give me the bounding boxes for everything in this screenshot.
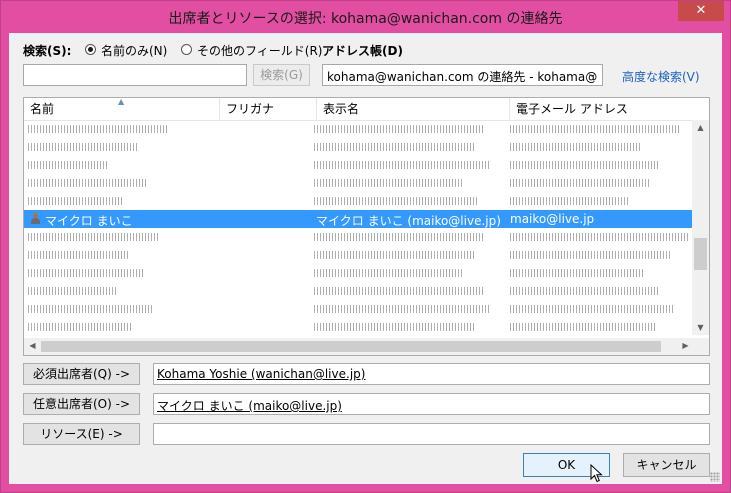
list-item[interactable] <box>24 300 693 318</box>
list-item[interactable] <box>24 156 693 174</box>
address-book-select[interactable]: kohama@wanichan.com の連絡先 - kohama@ ⌵ <box>322 64 603 86</box>
optional-attendees-button[interactable]: 任意出席者(O) -> <box>23 393 140 415</box>
resources-field[interactable] <box>153 423 710 445</box>
column-header-display-name[interactable]: 表示名 <box>317 98 510 120</box>
column-header-furigana[interactable]: フリガナ <box>220 98 317 120</box>
vertical-scrollbar[interactable]: ▲ ▼ <box>692 120 709 335</box>
selected-row-name: マイクロ まいこ <box>45 214 133 228</box>
mouse-pointer-icon <box>590 464 603 483</box>
radio-other-fields-label[interactable]: その他のフィールド(R) <box>197 42 322 59</box>
chevron-down-icon: ⌵ <box>588 70 596 80</box>
list-item[interactable] <box>24 192 693 210</box>
scroll-left-icon[interactable]: ◀ <box>24 341 41 350</box>
resources-button[interactable]: リソース(E) -> <box>23 423 140 445</box>
horizontal-scrollbar[interactable]: ◀ ▶ <box>24 338 694 355</box>
list-item[interactable] <box>24 138 693 156</box>
dialog-client-area: 検索(S): 名前のみ(N) その他のフィールド(R) アドレス帳(D) 検索(… <box>9 33 722 484</box>
column-header-email[interactable]: 電子メール アドレス <box>510 98 709 120</box>
selected-row-email: maiko@live.jp <box>510 212 595 226</box>
horizontal-scroll-thumb[interactable] <box>41 341 661 352</box>
list-item[interactable] <box>24 246 693 264</box>
vertical-scroll-thumb[interactable] <box>694 238 707 270</box>
resize-grip[interactable] <box>710 472 720 482</box>
window-title: 出席者とリソースの選択: kohama@wanichan.com の連絡先 <box>168 11 563 27</box>
contact-list[interactable]: 名前 ▲ フリガナ 表示名 電子メール アドレス マイクロ まいこ マイクロ ま… <box>23 97 710 356</box>
search-input[interactable] <box>23 64 247 86</box>
list-item[interactable] <box>24 228 693 246</box>
advanced-search-link[interactable]: 高度な検索(V) <box>622 68 700 85</box>
scrollbar-corner <box>692 338 709 355</box>
cancel-button[interactable]: キャンセル <box>623 453 710 477</box>
list-item[interactable] <box>24 120 693 138</box>
selected-row-display-name: マイクロ まいこ (maiko@live.jp) <box>316 214 501 228</box>
list-item[interactable] <box>24 174 693 192</box>
radio-name-only-label[interactable]: 名前のみ(N) <box>101 42 167 59</box>
required-attendees-value: Kohama Yoshie (wanichan@live.jp) <box>157 367 366 381</box>
close-icon: ✕ <box>695 3 707 18</box>
optional-attendees-field[interactable]: マイクロ まいこ (maiko@live.jp) <box>153 393 710 415</box>
radio-other-fields[interactable] <box>181 44 192 55</box>
scroll-up-icon[interactable]: ▲ <box>692 123 709 132</box>
dialog-window: 出席者とリソースの選択: kohama@wanichan.com の連絡先 ✕ … <box>0 0 731 493</box>
sort-ascending-icon: ▲ <box>118 97 125 106</box>
close-button[interactable]: ✕ <box>678 1 724 21</box>
list-item-selected[interactable]: マイクロ まいこ マイクロ まいこ (maiko@live.jp) maiko@… <box>24 210 693 228</box>
radio-name-only[interactable] <box>85 44 96 55</box>
list-header: 名前 ▲ フリガナ 表示名 電子メール アドレス <box>24 98 709 121</box>
address-book-label: アドレス帳(D) <box>322 44 403 58</box>
list-item[interactable] <box>24 264 693 282</box>
optional-attendees-value: マイクロ まいこ (maiko@live.jp) <box>157 399 342 413</box>
list-item[interactable] <box>24 282 693 300</box>
required-attendees-field[interactable]: Kohama Yoshie (wanichan@live.jp) <box>153 363 710 385</box>
list-item[interactable] <box>24 318 693 335</box>
search-button[interactable]: 検索(G) <box>253 64 310 86</box>
required-attendees-button[interactable]: 必須出席者(Q) -> <box>23 363 140 385</box>
list-rows: マイクロ まいこ マイクロ まいこ (maiko@live.jp) maiko@… <box>24 120 693 335</box>
scroll-down-icon[interactable]: ▼ <box>692 323 709 332</box>
person-icon <box>30 213 40 225</box>
search-label: 検索(S): <box>23 44 72 58</box>
title-bar[interactable]: 出席者とリソースの選択: kohama@wanichan.com の連絡先 ✕ <box>1 1 730 33</box>
address-book-selected: kohama@wanichan.com の連絡先 - kohama@ <box>327 70 598 84</box>
